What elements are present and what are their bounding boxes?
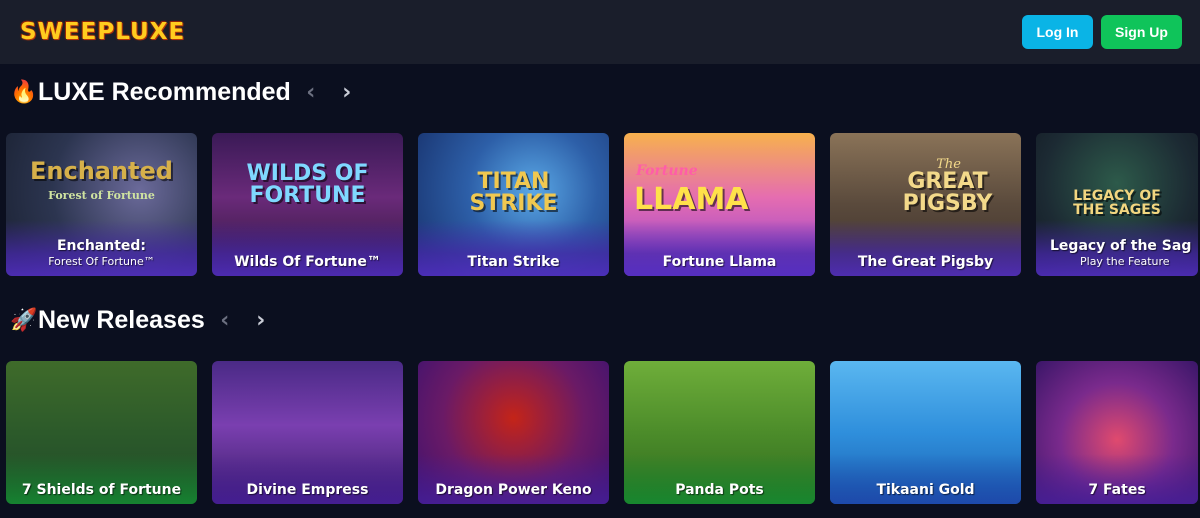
game-title: 7 Fates [1088, 482, 1146, 498]
game-card-great-pigsby[interactable]: The GREAT PIGSBY The Great Pigsby [830, 133, 1021, 276]
game-card-dragon-power-keno[interactable]: Dragon Power Keno [418, 361, 609, 504]
game-card-7-shields-of-fortune[interactable]: 7 Shields of Fortune [6, 361, 197, 504]
game-card-label: Titan Strike [418, 254, 609, 270]
game-card-fortune-llama[interactable]: Fortune LLAMA Fortune Llama [624, 133, 815, 276]
sweepluxe-logo[interactable]: SWEEPLUXE [20, 19, 185, 45]
game-title: 7 Shields of Fortune [21, 482, 182, 498]
game-card-tikaani-gold[interactable]: Tikaani Gold [830, 361, 1021, 504]
game-card-divine-empress[interactable]: Divine Empress [212, 361, 403, 504]
game-title: Enchanted: [56, 238, 147, 254]
game-card-legacy-of-the-sages[interactable]: LEGACY OF THE SAGES Legacy of the Sag Pl… [1036, 133, 1198, 276]
game-card-label: Enchanted: Forest Of Fortune™ [6, 238, 197, 270]
game-title: Divine Empress [246, 482, 369, 498]
recommended-carousel: Enchanted Forest of Fortune Enchanted: F… [6, 133, 1198, 276]
section-header-new-releases: 🚀 New Releases ‹ › [10, 305, 273, 335]
fire-icon: 🔥 [10, 79, 38, 105]
login-button[interactable]: Log In [1022, 15, 1093, 49]
game-art-title: LLAMA [634, 182, 749, 217]
section-title: LUXE Recommended [38, 77, 291, 106]
game-card-enchanted[interactable]: Enchanted Forest of Fortune Enchanted: F… [6, 133, 197, 276]
game-title: Panda Pots [675, 482, 764, 498]
game-art-title: Enchanted [29, 157, 173, 185]
game-title: Dragon Power Keno [435, 482, 592, 498]
game-card-7-fates[interactable]: 7 Fates [1036, 361, 1198, 504]
game-art-title: GREAT PIGSBY [902, 169, 993, 216]
game-title: Tikaani Gold [876, 482, 975, 498]
game-art-title: WILDS OF FORTUNE [246, 161, 369, 208]
top-header: SWEEPLUXE Log In Sign Up [0, 0, 1200, 64]
section-title: New Releases [38, 305, 205, 334]
game-subtitle: Play the Feature [1080, 255, 1170, 268]
game-card-panda-pots[interactable]: Panda Pots [624, 361, 815, 504]
chevron-left-icon[interactable]: ‹ [213, 308, 237, 333]
game-card-wilds-of-fortune[interactable]: WILDS OF FORTUNE Wilds Of Fortune™ [212, 133, 403, 276]
game-title: Wilds Of Fortune™ [234, 254, 381, 270]
signup-button[interactable]: Sign Up [1101, 15, 1182, 49]
rocket-icon: 🚀 [10, 307, 38, 333]
game-subtitle: Forest Of Fortune™ [48, 255, 155, 268]
game-card-label: Legacy of the Sag Play the Feature [1036, 238, 1198, 270]
chevron-right-icon[interactable]: › [335, 80, 359, 105]
game-title: Fortune Llama [662, 254, 777, 270]
game-art-title: LEGACY OF THE SAGES [1073, 188, 1161, 218]
game-title: The Great Pigsby [857, 254, 994, 270]
new-releases-carousel: 7 Shields of Fortune Divine Empress Drag… [6, 361, 1198, 504]
game-art-title: TITAN STRIKE [469, 169, 558, 216]
chevron-left-icon[interactable]: ‹ [299, 80, 323, 105]
game-title: Titan Strike [467, 254, 560, 270]
game-card-titan-strike[interactable]: TITAN STRIKE Titan Strike [418, 133, 609, 276]
game-title: Legacy of the Sag [1050, 238, 1192, 254]
section-header-recommended: 🔥 LUXE Recommended ‹ › [10, 77, 359, 107]
game-art-subtitle: Forest of Fortune [48, 189, 155, 202]
game-art-subtitle: Fortune [636, 163, 698, 179]
chevron-right-icon[interactable]: › [249, 308, 273, 333]
game-card-label: The Great Pigsby [830, 254, 1021, 270]
game-card-label: Fortune Llama [624, 254, 815, 270]
game-card-label: Wilds Of Fortune™ [212, 254, 403, 270]
